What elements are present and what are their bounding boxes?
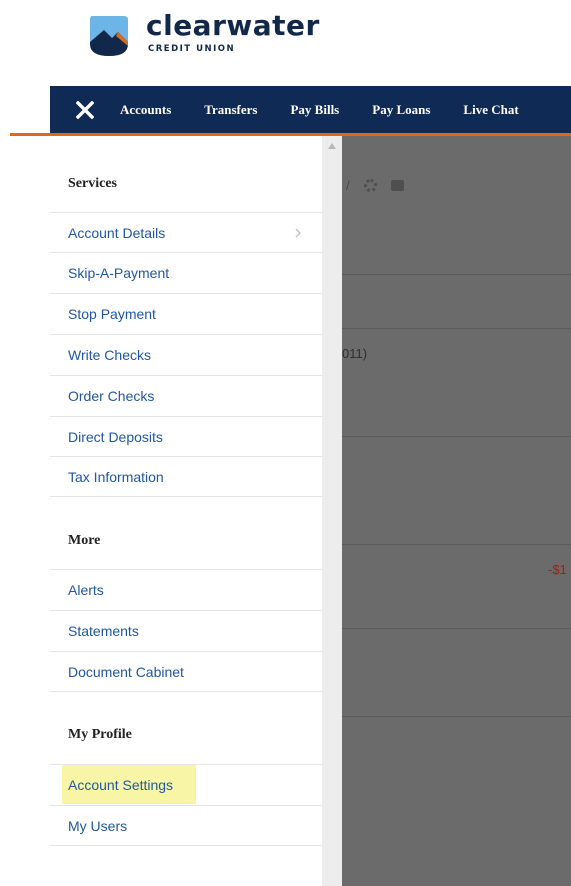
bg-row-divider [342,628,571,629]
bg-row-divider [342,716,571,717]
bg-account-text: 011) [342,346,368,361]
menu-item-tax-information[interactable]: Tax Information [50,456,322,496]
logo-mountain-icon [90,16,128,56]
close-x-icon [76,100,94,119]
menu-item-account-details[interactable]: Account Details [50,212,322,252]
nav-live-chat[interactable]: Live Chat [463,102,518,118]
print-icon[interactable] [390,180,404,191]
menu-item-document-cabinet[interactable]: Document Cabinet [50,651,322,691]
gear-icon[interactable] [363,179,377,192]
menu-item-write-checks[interactable]: Write Checks [50,334,322,374]
page-toolbar: / [346,178,404,193]
menu-item-direct-deposits[interactable]: Direct Deposits [50,416,322,456]
menu-item-alerts[interactable]: Alerts [50,569,322,609]
brand-subtitle: CREDIT UNION [148,44,236,54]
section-divider [50,845,322,846]
menu-scrollbar-track[interactable] [322,136,342,886]
nav-pay-bills[interactable]: Pay Bills [290,102,339,118]
bg-row-divider [342,274,571,275]
menu-item-label: Direct Deposits [68,429,163,445]
bg-row-divider [342,544,571,545]
bg-amount-text: -$1 [548,562,567,577]
nav-pay-loans[interactable]: Pay Loans [372,102,430,118]
section-title-my-profile: My Profile [68,727,132,742]
nav-transfers[interactable]: Transfers [204,102,257,118]
menu-item-label: Account Settings [68,777,174,793]
close-menu-button[interactable] [50,86,120,133]
dimmed-page-overlay[interactable] [342,136,571,886]
section-divider [50,691,322,692]
toolbar-separator: / [346,178,350,193]
section-title-more: More [68,533,101,548]
menu-item-statements[interactable]: Statements [50,610,322,650]
menu-item-skip-a-payment[interactable]: Skip-A-Payment [50,252,322,292]
section-divider [50,496,322,497]
menu-item-label: Statements [68,623,139,639]
chevron-right-icon [295,228,301,238]
menu-item-label: Alerts [68,582,104,598]
menu-item-order-checks[interactable]: Order Checks [50,375,322,415]
section-title-services: Services [68,176,117,191]
brand-name: clearwater [146,9,320,42]
menu-item-stop-payment[interactable]: Stop Payment [50,293,322,333]
menu-item-my-users[interactable]: My Users [50,805,322,845]
menu-item-label: Write Checks [68,347,151,363]
menu-item-label: Order Checks [68,388,155,404]
bg-row-divider [342,328,571,329]
menu-item-label: Skip-A-Payment [68,265,170,281]
bg-row-divider [342,436,571,437]
menu-item-label: Tax Information [68,469,164,485]
brand-logo[interactable]: clearwater CREDIT UNION [86,10,326,60]
menu-item-account-settings[interactable]: Account Settings [50,764,322,804]
scroll-up-arrow-icon[interactable] [328,142,336,150]
menu-item-label: Account Details [68,225,166,241]
menu-item-label: My Users [68,818,128,834]
main-nav: Accounts Transfers Pay Bills Pay Loans L… [50,86,571,133]
menu-item-label: Stop Payment [68,306,156,322]
nav-accounts[interactable]: Accounts [120,102,171,118]
menu-item-label: Document Cabinet [68,664,184,680]
